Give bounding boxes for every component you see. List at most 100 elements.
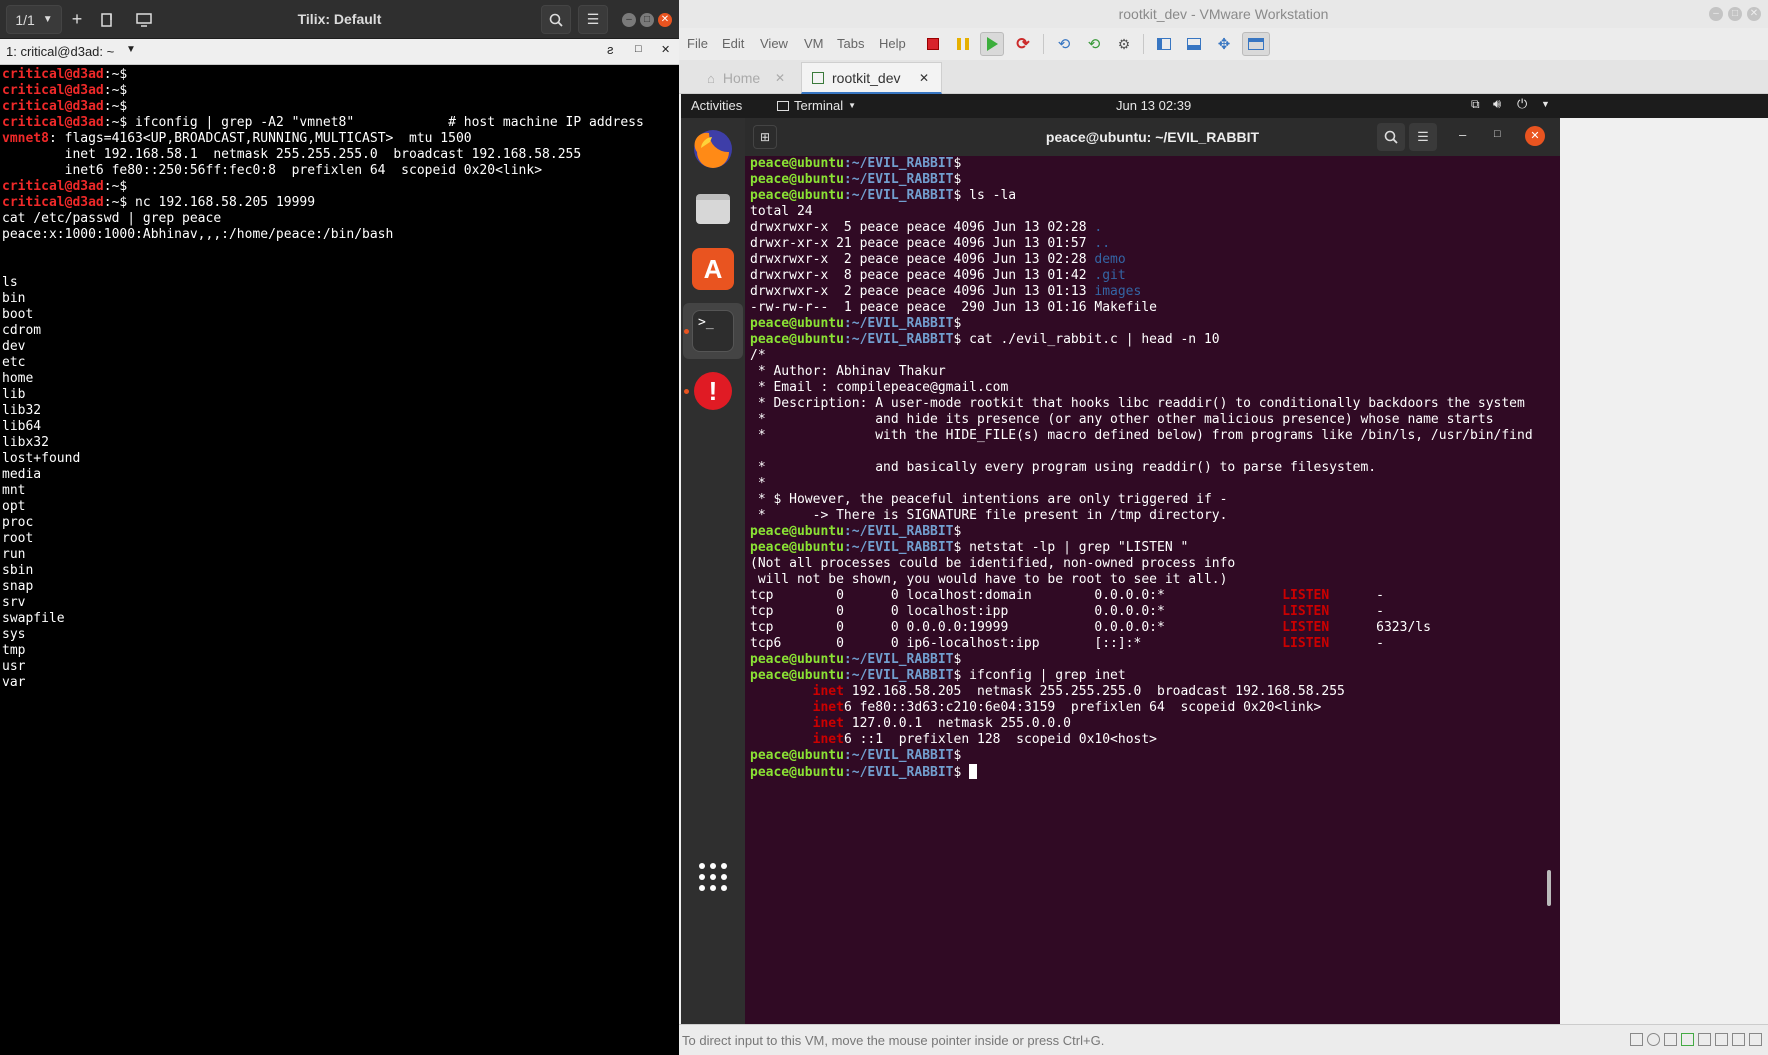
add-session-button[interactable] — [94, 5, 120, 34]
menu-view[interactable]: View — [760, 36, 788, 51]
terminal-line: * Author: Abhinav Thakur — [750, 364, 1560, 380]
tilix-terminal-output[interactable]: critical@d3ad:~$ critical@d3ad:~$ critical… — [0, 67, 679, 1055]
new-tab-button[interactable]: ⊞ — [753, 125, 777, 149]
floppy-icon[interactable] — [1664, 1033, 1677, 1046]
cd-icon[interactable] — [1647, 1033, 1660, 1046]
prompt-user: peace@ubuntu — [750, 188, 844, 203]
terminal-line: * and hide its presence (or any other ot… — [750, 412, 1560, 428]
menu-help[interactable]: Help — [879, 36, 906, 51]
tab-home-label: Home — [722, 70, 761, 86]
network-adapter-icon[interactable] — [1681, 1033, 1694, 1046]
vm-close-button[interactable]: ✕ — [1747, 7, 1761, 21]
guest-close-button[interactable]: ✕ — [1525, 126, 1545, 146]
display-icon[interactable] — [1749, 1033, 1762, 1046]
app-menu[interactable]: Terminal ▼ — [777, 98, 856, 113]
suspend-button[interactable] — [951, 32, 975, 56]
power-off-button[interactable] — [921, 32, 945, 56]
output-text: * -> There is SIGNATURE file present in … — [750, 508, 1228, 523]
dock-firefox[interactable] — [692, 128, 734, 170]
terminal-line: inet 127.0.0.1 netmask 255.0.0.0 — [750, 716, 1560, 732]
stop-icon — [927, 38, 939, 50]
guest-scrollbar[interactable] — [1547, 870, 1551, 906]
output-text: etc — [2, 355, 26, 370]
terminal-line: peace@ubuntu:~/EVIL_RABBIT$ — [750, 748, 1560, 764]
find-button[interactable] — [541, 5, 571, 34]
menu-vm[interactable]: VM — [804, 36, 824, 51]
prompt-path: :~ — [103, 99, 120, 114]
dock-error-reporter[interactable]: ! — [692, 370, 734, 412]
menu-file[interactable]: File — [687, 36, 708, 51]
menu-edit[interactable]: Edit — [722, 36, 744, 51]
minimize-button[interactable]: – — [622, 13, 636, 27]
dock-terminal[interactable]: >_ — [692, 310, 734, 352]
match-highlight: LISTEN — [1282, 636, 1330, 651]
terminal-line: sbin — [2, 563, 679, 579]
tab-rootkit-dev[interactable]: rootkit_dev ✕ — [801, 62, 942, 94]
maximize-button[interactable]: □ — [640, 13, 654, 27]
usb-icon[interactable] — [1698, 1033, 1711, 1046]
power-icon[interactable]: ⏻ — [1517, 96, 1527, 112]
show-applications-button[interactable] — [692, 856, 734, 898]
terminal-line: (Not all processes could be identified, … — [750, 556, 1560, 572]
terminal-line — [750, 444, 1560, 460]
snapshot-manager-button[interactable]: ⚙ — [1112, 32, 1136, 56]
reset-button[interactable]: ⟳ — [1011, 32, 1035, 56]
sync-input-button[interactable] — [130, 5, 158, 34]
add-terminal-button[interactable]: + — [64, 5, 90, 34]
guest-menu-button[interactable]: ☰ — [1409, 123, 1437, 151]
sound-icon[interactable] — [1715, 1033, 1728, 1046]
window-icon — [1248, 38, 1264, 50]
firefox-icon — [694, 130, 732, 168]
power-on-button[interactable] — [980, 32, 1004, 56]
clock[interactable]: Jun 13 02:39 — [1116, 98, 1191, 113]
terminal-line: * with the HIDE_FILE(s) macro defined be… — [750, 428, 1560, 444]
prompt-user: peace@ubuntu — [750, 316, 844, 331]
text-cursor — [969, 764, 978, 779]
terminal-line: lib32 — [2, 403, 679, 419]
close-tab-icon[interactable]: ✕ — [775, 71, 785, 85]
printer-icon[interactable] — [1732, 1033, 1745, 1046]
terminal-line: lib — [2, 387, 679, 403]
console-view-button[interactable] — [1182, 32, 1206, 56]
chevron-down-icon[interactable]: ▼ — [1541, 99, 1550, 109]
close-terminal-icon[interactable]: ✕ — [661, 43, 670, 56]
terminal-icon: >_ — [698, 315, 714, 330]
snapshot-button[interactable]: ⟲ — [1052, 32, 1076, 56]
guest-minimize-button[interactable]: – — [1459, 127, 1466, 142]
fullscreen-button[interactable]: ✥ — [1212, 32, 1236, 56]
close-button[interactable]: ✕ — [658, 13, 672, 27]
session-switcher[interactable]: 1/1 ▼ — [6, 5, 62, 34]
library-button[interactable] — [1152, 32, 1176, 56]
volume-icon[interactable]: 🔊︎ — [1493, 96, 1501, 112]
hamburger-icon: ☰ — [1417, 129, 1429, 144]
vm-maximize-button[interactable]: □ — [1728, 7, 1742, 21]
maximize-terminal-icon[interactable]: □ — [635, 43, 642, 55]
menu-button[interactable]: ☰ — [578, 5, 608, 34]
network-icon[interactable]: ⧉ — [1471, 97, 1480, 112]
guest-maximize-button[interactable]: □ — [1494, 128, 1501, 140]
dock-files[interactable] — [692, 188, 734, 230]
close-tab-icon[interactable]: ✕ — [919, 71, 929, 85]
prompt-path: :~/EVIL_RABBIT — [843, 765, 954, 780]
chevron-down-icon[interactable]: ▼ — [126, 44, 136, 55]
output-text: tcp 0 0 localhost:ipp 0.0.0.0:* — [750, 604, 1283, 619]
output-text: root — [2, 531, 34, 546]
terminal-line: peace@ubuntu:~/EVIL_RABBIT$ — [750, 764, 1560, 780]
minimize-icon: – — [1713, 8, 1719, 19]
unity-button[interactable] — [1242, 32, 1270, 56]
menu-tabs[interactable]: Tabs — [837, 36, 864, 51]
dock-software[interactable]: A — [692, 248, 734, 290]
hdd-icon[interactable] — [1630, 1033, 1643, 1046]
guest-search-button[interactable] — [1377, 123, 1405, 151]
match-highlight: inet — [812, 716, 844, 731]
revert-snapshot-button[interactable]: ⟲ — [1082, 32, 1106, 56]
sync-icon[interactable]: ƨ — [607, 42, 614, 57]
activities-button[interactable]: Activities — [691, 98, 742, 113]
prompt-symbol: $ — [119, 83, 128, 98]
output-text: mnt — [2, 483, 26, 498]
guest-terminal-output[interactable]: peace@ubuntu:~/EVIL_RABBIT$ peace@ubuntu:… — [745, 156, 1560, 1024]
command-text: ls -la — [961, 188, 1017, 203]
tab-home[interactable]: ⌂ Home ✕ — [687, 62, 799, 94]
vm-minimize-button[interactable]: – — [1709, 7, 1723, 21]
